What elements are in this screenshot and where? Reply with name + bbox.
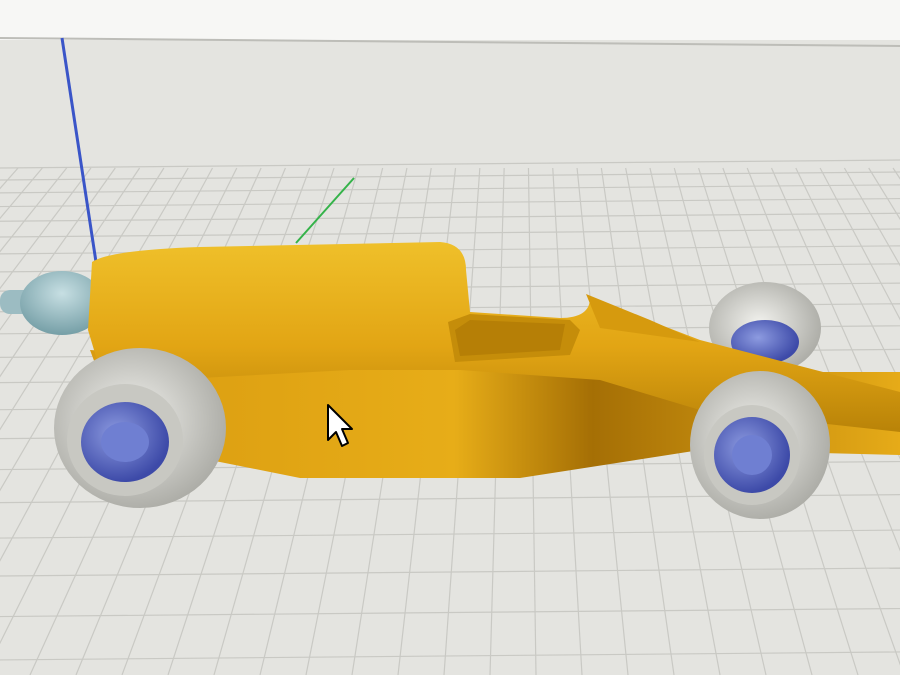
tire-front-left[interactable] <box>54 348 226 508</box>
3d-perspective-viewport[interactable] <box>0 0 900 675</box>
viewport-canvas[interactable] <box>0 0 900 675</box>
tire-rear-left[interactable] <box>690 371 830 519</box>
cockpit-shadow <box>455 320 565 356</box>
window-top-bar <box>0 0 900 40</box>
race-car-model[interactable] <box>0 242 900 519</box>
